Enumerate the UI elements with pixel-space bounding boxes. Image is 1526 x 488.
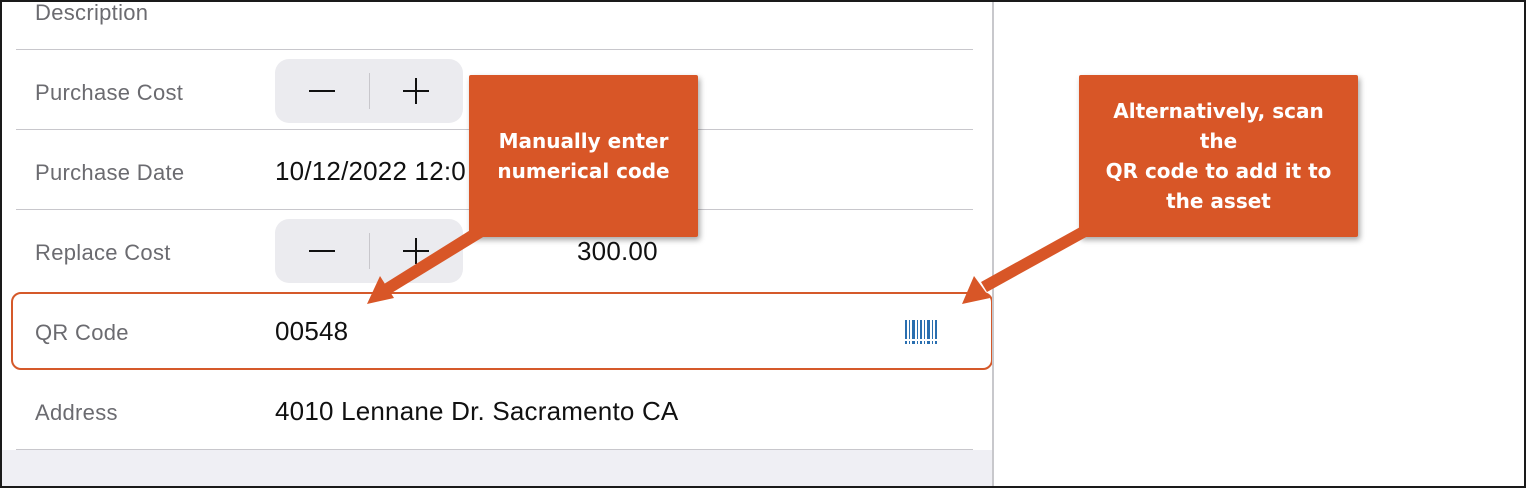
address-row[interactable]: Address 4010 Lennane Dr. Sacramento CA — [2, 370, 973, 450]
screenshot-frame: Description Purchase Cost Purchase Date … — [0, 0, 1526, 488]
plus-icon — [403, 238, 429, 264]
callout-line: numerical code — [497, 159, 670, 183]
minus-icon — [309, 90, 335, 92]
purchase-cost-increment-button[interactable] — [369, 59, 463, 123]
replace-cost-stepper — [275, 219, 463, 283]
minus-icon — [309, 250, 335, 252]
replace-cost-label: Replace Cost — [35, 240, 171, 265]
qr-code-highlight — [11, 292, 993, 370]
purchase-date-value[interactable]: 10/12/2022 12:0 — [275, 156, 466, 187]
purchase-date-label: Purchase Date — [35, 160, 185, 185]
callout-line: Alternatively, scan the — [1113, 99, 1324, 153]
purchase-cost-label: Purchase Cost — [35, 80, 184, 105]
callout-line: QR code to add it to — [1105, 159, 1332, 183]
description-label: Description — [35, 0, 149, 25]
replace-cost-increment-button[interactable] — [369, 219, 463, 283]
plus-icon — [403, 78, 429, 104]
pane-divider — [992, 2, 994, 486]
purchase-cost-decrement-button[interactable] — [275, 59, 369, 123]
replace-cost-value[interactable]: 300.00 — [577, 236, 658, 267]
replace-cost-decrement-button[interactable] — [275, 219, 369, 283]
manual-entry-callout: Manually enter numerical code — [469, 75, 698, 237]
form-footer-area — [2, 450, 992, 486]
scan-callout: Alternatively, scan the QR code to add i… — [1079, 75, 1358, 237]
barcode-icon[interactable] — [904, 320, 938, 344]
address-value[interactable]: 4010 Lennane Dr. Sacramento CA — [275, 396, 678, 427]
purchase-cost-stepper — [275, 59, 463, 123]
callout-line: Manually enter — [498, 129, 669, 153]
callout-line: the asset — [1166, 189, 1271, 213]
address-label: Address — [35, 400, 118, 425]
description-row[interactable]: Description — [2, 0, 973, 50]
